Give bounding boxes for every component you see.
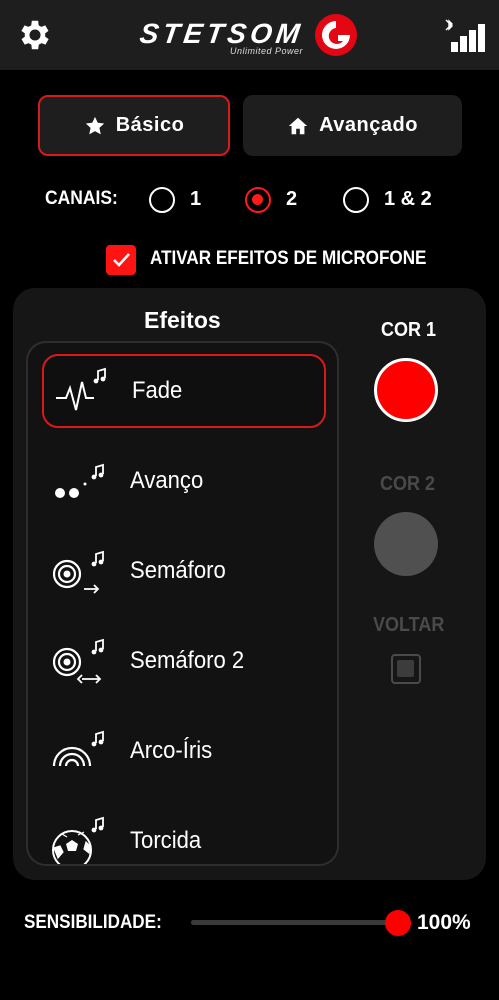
effects-list[interactable]: Fade Avanço Semáforo Semáforo 2 Arco-Íri…	[26, 341, 339, 866]
color-1-label: COR 1	[381, 319, 437, 341]
effect-item-avanco[interactable]: Avanço	[42, 444, 326, 518]
effect-label: Semáforo 2	[130, 647, 245, 674]
microphone-effects-checkbox[interactable]	[106, 245, 136, 275]
color-2-label: COR 2	[380, 473, 436, 495]
star-icon	[85, 116, 104, 134]
effect-label: Arco-Íris	[130, 737, 213, 764]
sensitivity-slider-fill	[191, 920, 398, 925]
effect-label: Semáforo	[130, 557, 226, 584]
effect-label: Fade	[132, 377, 183, 404]
effects-title: Efeitos	[144, 307, 221, 333]
effect-item-fade[interactable]: Fade	[42, 354, 326, 428]
channel-radio-1-and-2[interactable]	[343, 187, 369, 213]
effect-item-semaforo[interactable]: Semáforo	[42, 534, 326, 608]
effect-item-semaforo-2[interactable]: Semáforo 2	[42, 624, 326, 698]
color-1-swatch[interactable]	[374, 358, 438, 422]
fade-wave-icon	[56, 367, 106, 411]
dots-music-icon	[55, 463, 104, 498]
channel-option-1-label: 1	[190, 188, 202, 210]
mode-basic-button[interactable]: Básico	[38, 95, 230, 156]
rainbow-icon	[52, 730, 104, 767]
brand-badge-icon	[315, 14, 357, 56]
effect-label: Avanço	[130, 467, 204, 494]
voltar-label: VOLTAR	[373, 614, 445, 636]
brand-logo: STETSOM Unlimited Power	[138, 10, 360, 62]
voltar-checkbox[interactable]	[391, 654, 421, 684]
microphone-effects-label: ATIVAR EFEITOS DE MICROFONE	[150, 248, 427, 269]
gear-icon[interactable]	[16, 16, 54, 54]
channel-option-1-and-2-label: 1 & 2	[384, 188, 432, 210]
signal-strength-icon	[451, 24, 485, 52]
brand-tagline: Unlimited Power	[230, 46, 304, 56]
sensitivity-slider-track[interactable]	[191, 920, 398, 925]
top-bar: STETSOM Unlimited Power	[0, 0, 499, 70]
home-icon	[288, 117, 308, 134]
mode-basic-label: Básico	[115, 114, 185, 136]
sensitivity-label: SENSIBILIDADE:	[24, 912, 162, 933]
sensitivity-value: 100%	[417, 911, 471, 934]
channel-option-2-label: 2	[286, 188, 298, 210]
channels-label: CANAIS:	[45, 188, 118, 209]
effect-item-arco-iris[interactable]: Arco-Íris	[42, 714, 326, 788]
channel-radio-2[interactable]	[245, 187, 271, 213]
target-double-arrow-icon	[52, 638, 104, 684]
soccer-ball-icon	[52, 816, 104, 864]
mode-advanced-button[interactable]: Avançado	[243, 95, 462, 156]
target-arrow-icon	[52, 550, 104, 594]
mode-advanced-label: Avançado	[319, 114, 418, 136]
effect-label: Torcida	[130, 827, 202, 854]
effect-item-torcida[interactable]: Torcida	[42, 804, 326, 864]
sensitivity-slider-thumb[interactable]	[385, 910, 411, 936]
channel-radio-1[interactable]	[149, 187, 175, 213]
color-2-swatch[interactable]	[374, 512, 438, 576]
checkmark-icon	[113, 253, 130, 267]
